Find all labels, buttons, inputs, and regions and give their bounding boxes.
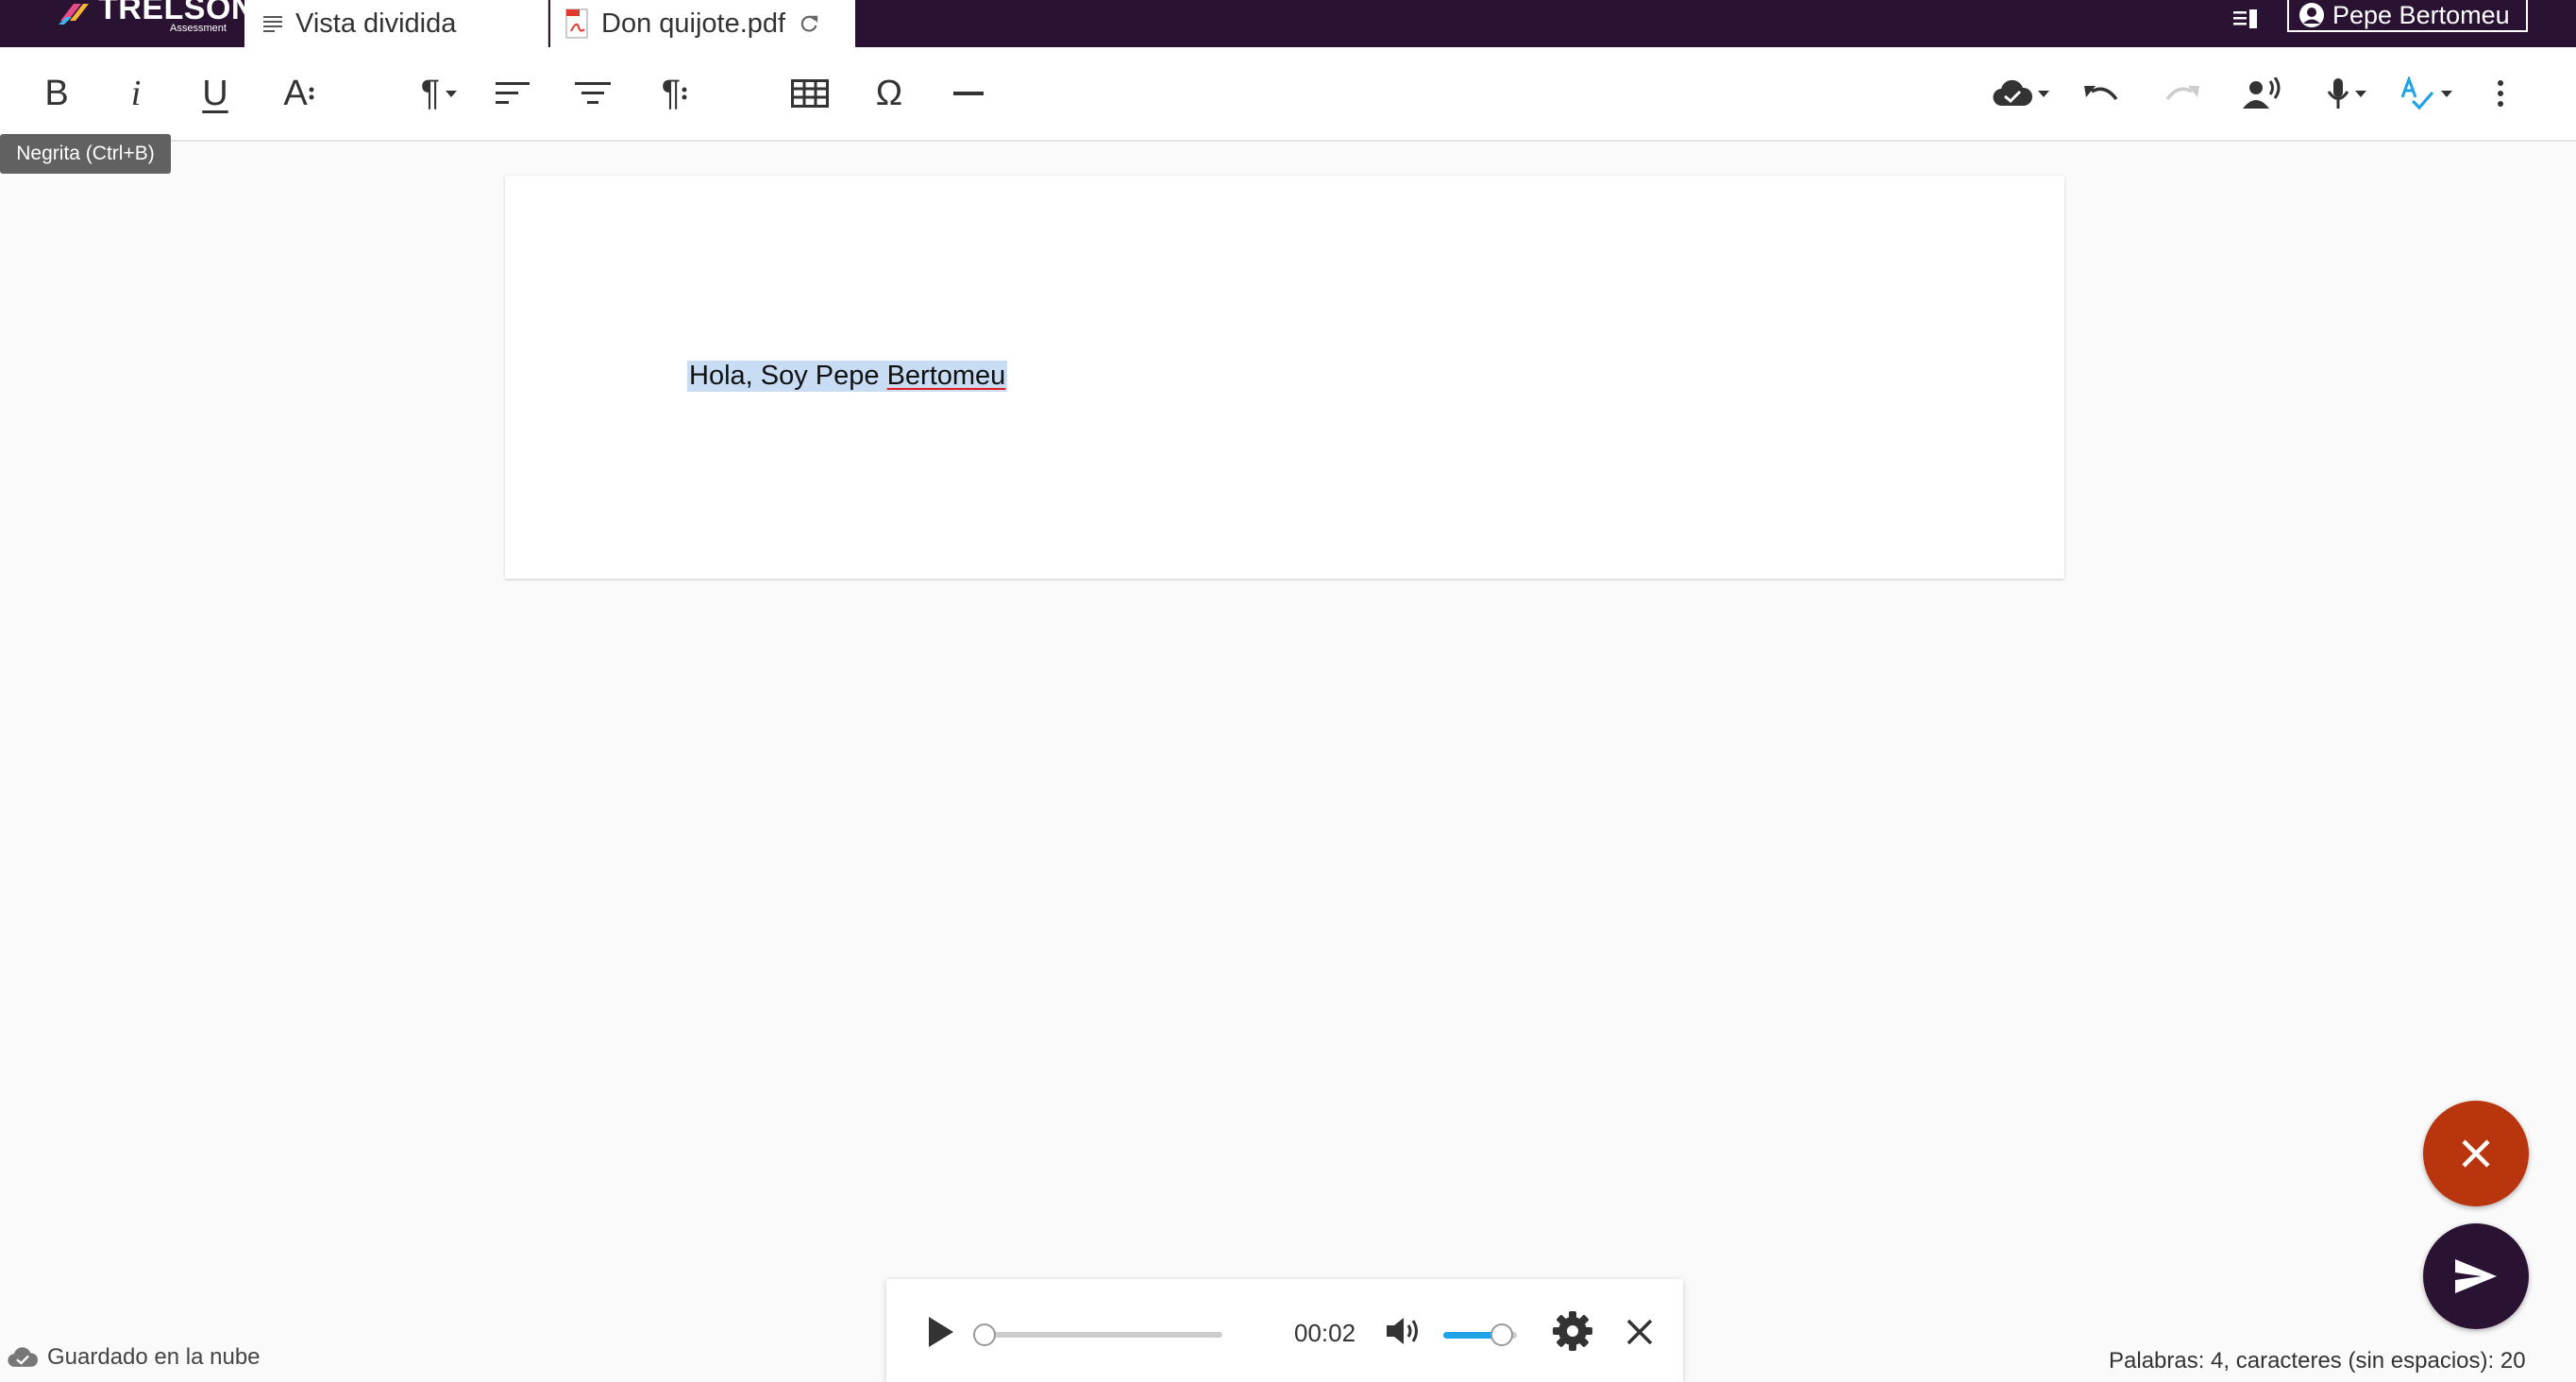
table-icon [791,79,829,108]
volume-button[interactable] [1385,1315,1423,1347]
pilcrow-icon: ¶ [420,73,441,113]
redo-button[interactable] [2154,47,2211,140]
chevron-down-icon [2355,90,2366,97]
read-aloud-button[interactable] [2233,47,2290,140]
more-vertical-icon [2498,80,2503,107]
settings-button[interactable] [1551,1309,1594,1353]
redo-icon [2165,86,2199,101]
undo-icon [2084,86,2118,101]
more-dots-icon [309,87,314,100]
lines-icon [263,15,284,32]
spellcheck-icon [2400,76,2434,110]
top-bar: TRELSON Assessment Vista dividida Don qu… [0,0,2576,47]
omega-icon: Ω [875,73,903,113]
save-status-label: Guardado en la nube [47,1344,261,1370]
horizontal-line-button[interactable] [940,47,997,140]
bold-button[interactable]: B [28,47,85,140]
split-view-icon[interactable] [2233,9,2260,37]
save-status: Guardado en la nube [8,1344,261,1371]
speaker-person-icon [2243,77,2281,109]
trelson-logo: TRELSON Assessment [55,0,254,47]
bold-icon: B [44,73,69,113]
cancel-fab[interactable] [2423,1101,2529,1206]
more-options-button[interactable] [2477,47,2524,140]
reload-icon[interactable] [799,13,819,34]
tab-label: Don quijote.pdf [601,8,786,39]
chevron-down-icon [2038,90,2049,97]
word-count: Palabras: 4, caracteres (sin espacios): … [2109,1348,2526,1374]
microphone-icon [2327,78,2349,109]
close-player-button[interactable] [1621,1313,1658,1351]
text-selection: Hola, Soy Pepe [689,361,887,391]
volume-icon [1387,1318,1418,1344]
close-icon [1626,1319,1653,1345]
document-text[interactable]: Hola, Soy Pepe Bertomeu [687,361,1008,392]
filter-align-button[interactable] [564,47,621,140]
chevron-down-icon [446,90,458,97]
horizontal-line-icon [953,92,984,95]
pilcrow-icon: ¶ [661,73,682,113]
volume-knob[interactable] [1490,1323,1514,1346]
paragraph-options-button[interactable]: ¶ [642,47,708,140]
undo-button[interactable] [2073,47,2130,140]
align-left-icon [496,82,530,104]
user-menu-button[interactable]: Pepe Bertomeu [2287,0,2528,32]
logo-mark-icon [59,4,89,25]
close-icon [2462,1139,2490,1168]
account-icon [2299,3,2324,27]
send-icon [2455,1259,2497,1293]
user-name: Pepe Bertomeu [2332,0,2510,29]
gear-icon [1553,1311,1592,1351]
chevron-down-icon [2441,90,2452,97]
tab-vista-dividida[interactable]: Vista dividida [244,0,548,47]
tab-label: Vista dividida [295,8,457,39]
document-page[interactable]: Hola, Soy Pepe Bertomeu [505,176,2064,579]
send-fab[interactable] [2423,1223,2529,1329]
font-size-button[interactable]: A [266,47,332,140]
dictation-button[interactable] [2311,47,2382,140]
cloud-save-button[interactable] [1985,47,2057,140]
elapsed-time: 00:02 [1294,1319,1356,1347]
progress-track[interactable] [985,1332,1222,1338]
tab-don-quijote[interactable]: Don quijote.pdf [550,0,855,47]
cloud-check-icon [8,1347,38,1367]
misspelled-word[interactable]: Bertomeu [887,361,1006,391]
editor-toolbar: B i U A ¶ ¶ Ω [0,47,2576,142]
spellcheck-button[interactable] [2390,47,2462,140]
brand-subtitle: Assessment [170,23,227,34]
italic-icon: i [130,74,142,113]
insert-table-button[interactable] [780,47,840,140]
play-icon [929,1317,953,1347]
cloud-check-icon [1993,79,2032,107]
audio-player: 00:02 [886,1279,1683,1382]
underline-icon: U [202,73,228,113]
pdf-icon [565,8,590,39]
more-dots-icon [682,87,687,100]
paragraph-style-button[interactable]: ¶ [401,47,477,140]
play-button[interactable] [922,1313,960,1351]
bold-tooltip: Negrita (Ctrl+B) [0,134,171,174]
align-left-button[interactable] [485,47,542,140]
underline-button[interactable]: U [187,47,244,140]
font-size-icon: A [283,73,308,113]
special-character-button[interactable]: Ω [861,47,918,140]
align-center-icon [575,82,611,104]
italic-button[interactable]: i [108,47,164,140]
progress-knob[interactable] [973,1323,996,1346]
